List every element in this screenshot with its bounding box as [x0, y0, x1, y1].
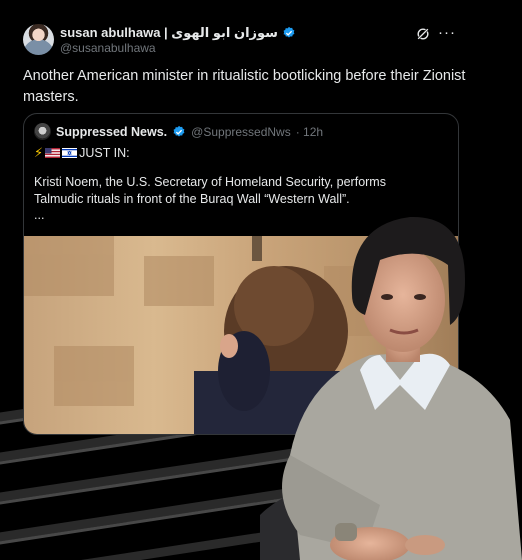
author-name-row: susan abulhawa | سوزان ابو الهوى: [60, 25, 296, 41]
overlay-portrait-image: [260, 216, 522, 560]
quoted-tweet-time: · 12h: [295, 124, 324, 139]
tweet-text: Another American minister in ritualistic…: [23, 68, 466, 105]
israel-flag-icon: [62, 148, 78, 158]
quoted-tweet-ellipsis: ...: [34, 208, 45, 222]
lightning-icon: ⚡: [34, 145, 44, 160]
us-flag-icon: [45, 148, 61, 158]
screenshot-page: susan abulhawa | سوزان ابو الهوى @susana…: [0, 0, 522, 560]
author-avatar[interactable]: [23, 24, 54, 55]
quoted-headline-row: ⚡ JUST IN:: [34, 145, 130, 161]
quoted-headline: JUST IN:: [79, 146, 130, 160]
quoted-author-avatar: [34, 123, 51, 140]
verified-badge-icon: [283, 26, 295, 38]
author-handle[interactable]: @susanabulhawa: [60, 41, 156, 55]
tweet-header: susan abulhawa | سوزان ابو الهوى @susana…: [23, 24, 508, 58]
quoted-verified-badge-icon: [173, 125, 185, 136]
quoted-tweet-body: Kristi Noem, the U.S. Secretary of Homel…: [34, 175, 386, 206]
author-display-name[interactable]: susan abulhawa | سوزان ابو الهوى: [60, 25, 278, 41]
grok-icon[interactable]: [416, 27, 430, 41]
quoted-author-handle: @SuppressedNws: [191, 124, 291, 139]
more-options-icon[interactable]: ···: [438, 24, 456, 41]
quoted-author-name: Suppressed News.: [56, 124, 168, 139]
quoted-tweet-header: Suppressed News. @SuppressedNws · 12h: [34, 123, 323, 140]
